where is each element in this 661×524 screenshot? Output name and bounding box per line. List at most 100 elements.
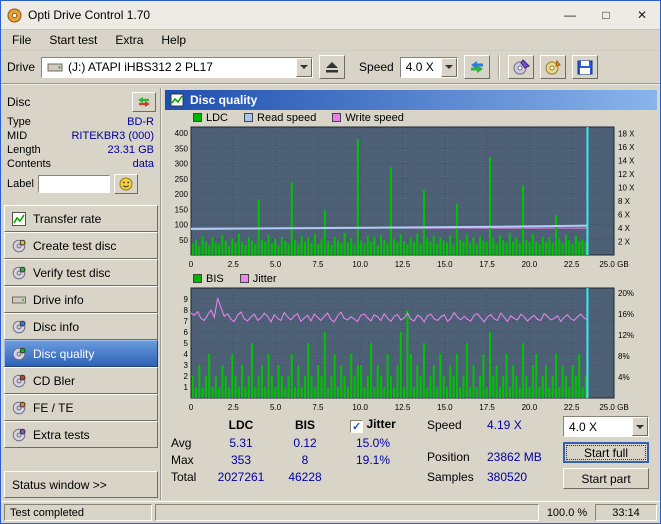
drive-select-arrow[interactable] — [296, 57, 313, 77]
avg-bis: 0.12 — [293, 436, 317, 450]
menu-item-extra[interactable]: Extra — [106, 31, 152, 49]
elapsed-time: 33:14 — [595, 504, 657, 521]
label-input[interactable] — [37, 175, 110, 193]
info-label: Type — [7, 116, 31, 128]
sidebar-item-verify-test-disc[interactable]: Verify test disc — [4, 259, 158, 286]
erase-disc-button[interactable] — [507, 55, 534, 79]
start-part-button[interactable]: Start part — [563, 468, 649, 489]
speed-select[interactable]: 4.0 X — [399, 56, 458, 78]
bis-jitter-chart: 1 2 3 4 5 6 7 8 9 4% 8% 12% 16% 20% 0 2.5 5.0 7.5 10.0 12.5… — [184, 287, 634, 412]
svg-text:3: 3 — [184, 361, 189, 370]
progress-bar — [155, 504, 539, 521]
svg-text:17.5: 17.5 — [479, 260, 495, 269]
legend-label: LDC — [206, 111, 229, 124]
save-icon — [577, 60, 593, 74]
max-row-label: Max — [171, 453, 194, 467]
legend-item-read-speed: Read speed — [244, 112, 316, 124]
menu-item-file[interactable]: File — [3, 31, 40, 49]
sidebar-item-disc-quality[interactable]: Disc quality — [4, 340, 158, 367]
sidebar: Disc Type BD-R MID RITEKBR3 (000) Length 23.3… — [1, 88, 162, 500]
section-header: Disc quality — [165, 90, 657, 110]
sidebar-item-create-test-disc[interactable]: Create test disc — [4, 232, 158, 259]
sidebar-item-fe-te[interactable]: FE / TE — [4, 394, 158, 421]
sidebar-item-label: Verify test disc — [33, 265, 111, 280]
test-speed-select-arrow[interactable] — [632, 417, 648, 436]
svg-text:2.5: 2.5 — [228, 260, 240, 269]
sidebar-item-transfer-rate[interactable]: Transfer rate — [4, 205, 158, 232]
svg-text:4 X: 4 X — [618, 224, 631, 233]
speed-select-arrow[interactable] — [440, 57, 457, 77]
max-jitter: 19.1% — [355, 453, 391, 467]
svg-text:0: 0 — [189, 260, 194, 269]
disc-info-list: Type BD-R MID RITEKBR3 (000) Length 23.31 GB C… — [4, 115, 158, 171]
menu-item-start-test[interactable]: Start test — [40, 31, 106, 49]
avg-row-label: Avg — [171, 436, 192, 450]
legend-label: Write speed — [345, 111, 404, 124]
sidebar-item-drive-info[interactable]: Drive info — [4, 286, 158, 313]
position-stat-label: Position — [427, 450, 470, 464]
sidebar-item-disc-info[interactable]: Disc info — [4, 313, 158, 340]
label-edit-button[interactable] — [113, 174, 138, 194]
burn-disc-button[interactable] — [539, 55, 566, 79]
save-button[interactable] — [571, 55, 598, 79]
test-speed-select[interactable]: 4.0 X — [563, 416, 649, 437]
svg-text:17.5: 17.5 — [479, 403, 495, 412]
ldc-column-header: LDC — [228, 418, 254, 432]
burn-disc-icon — [545, 59, 561, 75]
close-button[interactable]: ✕ — [624, 1, 660, 29]
minimize-button[interactable]: — — [552, 1, 588, 29]
refresh-button[interactable] — [463, 55, 490, 79]
sidebar-item-extra-tests[interactable]: Extra tests — [4, 421, 158, 448]
status-window-button[interactable]: Status window >> — [4, 471, 158, 498]
svg-text:8%: 8% — [618, 352, 630, 361]
svg-text:25.0 GB: 25.0 GB — [599, 260, 628, 269]
window-title: Opti Drive Control 1.70 — [28, 8, 151, 22]
avg-ldc: 5.31 — [229, 436, 253, 450]
smiley-icon — [119, 177, 133, 191]
label-row: Label — [4, 171, 158, 196]
svg-text:5.0: 5.0 — [270, 403, 282, 412]
jitter-label: Jitter — [366, 417, 396, 431]
svg-text:7.5: 7.5 — [312, 403, 324, 412]
sidebar-buttons: Transfer rate Create test disc Verify test… — [4, 205, 158, 498]
svg-text:8: 8 — [184, 306, 189, 315]
eject-button[interactable] — [319, 55, 346, 79]
drive-select[interactable]: (J:) ATAPI iHBS312 2 PL17 — [41, 56, 314, 78]
maximize-button[interactable]: □ — [588, 1, 624, 29]
create-icon — [12, 239, 26, 252]
svg-text:7.5: 7.5 — [312, 260, 324, 269]
svg-text:50: 50 — [179, 236, 188, 245]
svg-text:14 X: 14 X — [618, 157, 635, 166]
drive-icon — [12, 296, 26, 303]
svg-text:15.0: 15.0 — [437, 260, 453, 269]
jitter-checkbox[interactable]: ✓ — [350, 420, 364, 433]
sidebar-item-label: Create test disc — [33, 238, 117, 253]
sidebar-item-label: CD Bler — [33, 373, 76, 388]
svg-text:0: 0 — [189, 403, 194, 412]
menu-item-help[interactable]: Help — [152, 31, 195, 49]
start-full-button[interactable]: Start full — [563, 442, 649, 463]
sidebar-item-cd-bler[interactable]: CD Bler — [4, 367, 158, 394]
svg-text:10.0: 10.0 — [352, 403, 368, 412]
legend-swatch — [239, 274, 249, 283]
disc-info-row-contents: Contents data — [4, 157, 158, 171]
disc-refresh-button[interactable] — [132, 92, 156, 112]
svg-text:18 X: 18 X — [618, 130, 635, 139]
svg-text:20%: 20% — [618, 289, 634, 298]
jitter-header: ✓ Jitter — [333, 417, 413, 433]
speed-label: Speed — [359, 60, 394, 74]
svg-text:10 X: 10 X — [618, 184, 635, 193]
total-row-label: Total — [171, 470, 197, 484]
total-bis: 46228 — [288, 470, 322, 484]
erase-disc-icon — [513, 59, 530, 75]
speed-stat-label: Speed — [427, 418, 462, 432]
main-area: Disc Type BD-R MID RITEKBR3 (000) Length 23.3… — [1, 88, 660, 500]
sidebar-item-label: FE / TE — [33, 400, 74, 415]
extra-icon — [12, 428, 26, 441]
drive-select-value: (J:) ATAPI iHBS312 2 PL17 — [68, 60, 213, 74]
svg-text:12%: 12% — [618, 331, 634, 340]
ldc-speed-chart: 50 100 150 200 250 300 350 400 2 X 4 X 6 X 8 X 10 X 1… — [175, 126, 635, 269]
bler-icon — [12, 374, 26, 387]
title-bar: Opti Drive Control 1.70 — □ ✕ — [1, 1, 660, 30]
svg-text:16%: 16% — [618, 310, 634, 319]
